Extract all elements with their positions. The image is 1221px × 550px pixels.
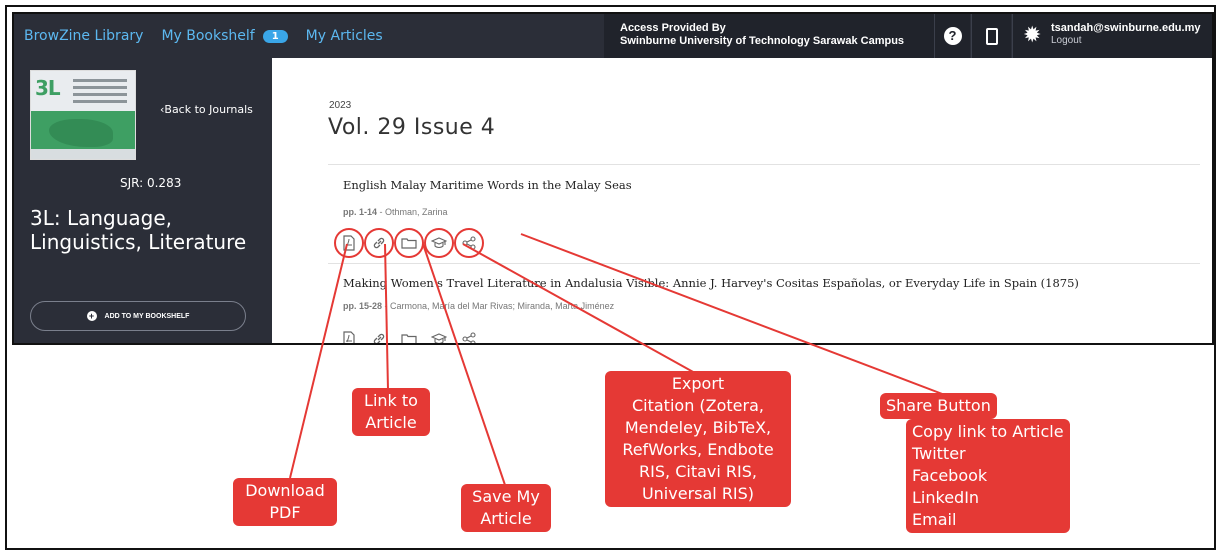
help-icon: ? <box>943 27 962 45</box>
article-pages: pp. 1-14 <box>343 207 378 217</box>
graduation-cap-icon <box>431 333 447 343</box>
cover-map-graphic <box>49 119 113 147</box>
folder-icon <box>401 238 417 249</box>
share-option-linkedin: LinkedIn <box>912 488 980 507</box>
access-institution: Swinburne University of Technology Saraw… <box>620 35 905 47</box>
callout-text: Export <box>671 374 725 393</box>
mobile-app-button[interactable] <box>971 14 1011 58</box>
share-option-copy-link: Copy link to Article <box>912 422 1064 441</box>
callout-text: Citation (Zotera, <box>631 396 764 415</box>
link-to-article-button[interactable] <box>364 324 394 343</box>
plus-icon: + <box>86 311 97 321</box>
callout-export-citation: Export Citation (Zotera, Mendeley, BibTe… <box>605 371 791 507</box>
sjr-score: SJR: 0.283 <box>120 176 182 190</box>
callout-text: PDF <box>269 503 301 522</box>
article-pages: pp. 15-28 <box>343 301 383 311</box>
add-to-bookshelf-label: ADD TO MY BOOKSHELF <box>104 312 190 320</box>
share-option-email: Email <box>912 510 957 529</box>
article-title[interactable]: English Malay Maritime Words in the Mala… <box>343 178 632 192</box>
top-bar: BrowZine Library My Bookshelf 1 My Articl… <box>14 14 1212 58</box>
cover-title-lines <box>73 79 127 107</box>
callout-text: Article <box>365 413 417 432</box>
article-authors: Othman, Zarina <box>385 207 448 217</box>
callout-share-button: Share Button <box>880 393 997 419</box>
brand-link[interactable]: BrowZine Library <box>24 28 143 44</box>
callout-text: RIS, Citavi RIS, <box>639 462 757 481</box>
issue-year: 2023 <box>329 100 352 111</box>
article-actions <box>334 324 484 343</box>
nav-my-bookshelf[interactable]: My Bookshelf 1 <box>161 28 288 44</box>
pdf-icon <box>343 235 355 251</box>
logout-link[interactable]: Logout <box>1051 35 1082 46</box>
callout-download-pdf: Download PDF <box>233 478 337 526</box>
divider <box>328 164 1200 165</box>
top-nav: BrowZine Library My Bookshelf 1 My Articl… <box>24 14 383 58</box>
issue-title: Vol. 29 Issue 4 <box>328 115 496 140</box>
cover-footer <box>31 149 135 159</box>
cover-logo: 3L <box>35 76 61 100</box>
download-pdf-button[interactable] <box>334 324 364 343</box>
share-button[interactable] <box>454 324 484 343</box>
folder-icon <box>401 334 417 343</box>
article-authors: Carmona, María del Mar Rivas; Miranda, M… <box>390 301 615 311</box>
add-to-bookshelf-button[interactable]: + ADD TO MY BOOKSHELF <box>30 301 246 331</box>
divider <box>328 263 1200 264</box>
share-option-twitter: Twitter <box>912 444 966 463</box>
user-account-menu[interactable]: ✹ tsandah@swinburne.edu.my Logout <box>1012 14 1212 58</box>
callout-text: Mendeley, BibTeX, <box>624 418 772 437</box>
callout-text: Article <box>480 509 532 528</box>
link-icon <box>373 237 385 249</box>
save-article-button[interactable] <box>394 324 424 343</box>
share-icon <box>462 332 476 343</box>
browzine-screenshot: BrowZine Library My Bookshelf 1 My Articl… <box>12 12 1214 345</box>
share-option-facebook: Facebook <box>912 466 988 485</box>
share-icon <box>462 236 476 250</box>
access-provided-box: Access Provided By Swinburne University … <box>604 14 934 58</box>
callout-save-article: Save My Article <box>461 484 551 532</box>
graduation-cap-icon <box>431 237 447 249</box>
callout-text: Download <box>245 481 325 500</box>
user-email: tsandah@swinburne.edu.my <box>1051 22 1201 34</box>
back-to-journals-link[interactable]: ‹Back to Journals <box>160 103 253 116</box>
callout-text: RefWorks, Endbote <box>622 440 774 459</box>
access-label: Access Provided By <box>620 22 726 34</box>
export-citation-button[interactable] <box>424 324 454 343</box>
journal-cover-image[interactable]: 3L <box>30 70 136 160</box>
save-article-button[interactable] <box>394 228 424 258</box>
annotated-screenshot: BrowZine Library My Bookshelf 1 My Articl… <box>0 0 1221 550</box>
journal-title: 3L: Language, Linguistics, Literature <box>30 206 247 254</box>
help-button[interactable]: ? <box>934 14 970 58</box>
share-button[interactable] <box>454 228 484 258</box>
article-title[interactable]: Making Women's Travel Literature in Anda… <box>343 276 1079 290</box>
nav-my-articles[interactable]: My Articles <box>306 28 383 44</box>
callout-link-article: Link to Article <box>352 388 430 436</box>
pdf-icon <box>343 331 355 343</box>
callout-text: Link to <box>364 391 418 410</box>
article-actions <box>334 228 484 258</box>
gear-icon: ✹ <box>1023 22 1042 47</box>
callout-text: Share Button <box>886 396 991 415</box>
download-pdf-button[interactable] <box>334 228 364 258</box>
bookshelf-count-badge: 1 <box>262 29 288 43</box>
export-citation-button[interactable] <box>424 228 454 258</box>
journal-sidebar: 3L ‹Back to Journals SJR: 0.283 3L: Lang… <box>14 58 272 343</box>
callout-share-options: Copy link to Article Twitter Facebook Li… <box>906 419 1070 533</box>
link-icon <box>373 333 385 343</box>
nav-my-bookshelf-label: My Bookshelf <box>161 28 255 44</box>
article-meta: pp. 1-14 - Othman, Zarina <box>343 207 448 217</box>
callout-text: Universal RIS) <box>641 484 755 503</box>
link-to-article-button[interactable] <box>364 228 394 258</box>
callout-text: Save My <box>472 487 540 506</box>
article-meta: pp. 15-28 - Carmona, María del Mar Rivas… <box>343 301 615 311</box>
issue-content: 2023 Vol. 29 Issue 4 English Malay Marit… <box>272 58 1212 343</box>
mobile-device-icon <box>985 27 998 45</box>
